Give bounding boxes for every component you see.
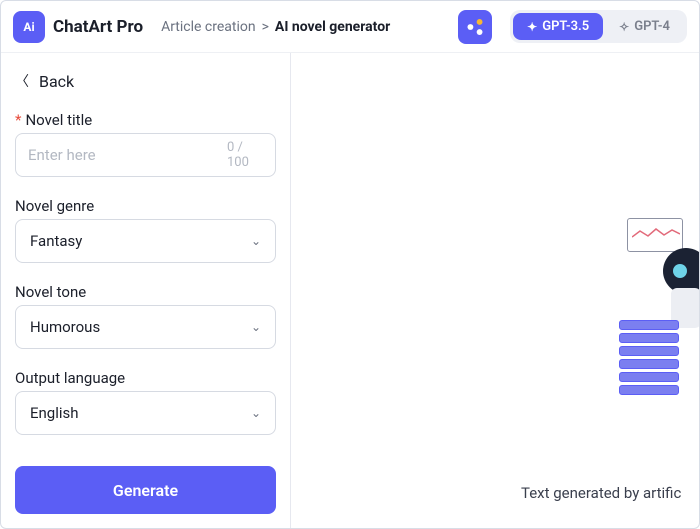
model-label: GPT-4 [634, 19, 670, 34]
genre-label: Novel genre [15, 197, 276, 215]
chevron-down-icon: ⌄ [251, 406, 261, 420]
genre-value: Fantasy [30, 232, 82, 250]
title-input-wrap[interactable]: 0 / 100 [15, 133, 276, 177]
tone-label: Novel tone [15, 283, 276, 301]
required-mark: * [15, 111, 21, 129]
tone-value: Humorous [30, 318, 100, 336]
back-button[interactable]: 〈 Back [15, 71, 276, 91]
generate-button[interactable]: Generate [15, 466, 276, 514]
breadcrumb-sep: > [262, 19, 269, 35]
breadcrumb: Article creation > AI novel generator [161, 19, 390, 35]
main-panel: Text generated by artific [291, 53, 699, 528]
language-label: Output language [15, 369, 276, 387]
genre-select[interactable]: Fantasy ⌄ [15, 219, 276, 263]
language-select[interactable]: English ⌄ [15, 391, 276, 435]
logo-text: ChatArt Pro [53, 17, 143, 37]
chevron-down-icon: ⌄ [251, 234, 261, 248]
sparkle-icon: ✦ [527, 20, 537, 34]
tone-select[interactable]: Humorous ⌄ [15, 305, 276, 349]
logo[interactable]: Ai ChatArt Pro [13, 11, 143, 43]
model-gpt4-button[interactable]: ✧ GPT-4 [605, 13, 684, 40]
logo-icon: Ai [13, 11, 45, 43]
breadcrumb-current: AI novel generator [275, 19, 390, 35]
robot-illustration [619, 218, 699, 408]
language-value: English [30, 404, 79, 422]
wand-icon: ✧ [619, 20, 629, 34]
header: Ai ChatArt Pro Article creation > AI nov… [1, 1, 699, 53]
breadcrumb-parent[interactable]: Article creation [161, 19, 256, 35]
title-char-count: 0 / 100 [227, 140, 263, 170]
share-icon[interactable] [458, 10, 492, 44]
model-toggle: ✦ GPT-3.5 ✧ GPT-4 [510, 10, 687, 43]
chevron-left-icon: 〈 [15, 71, 29, 91]
back-label: Back [39, 72, 74, 91]
sidebar: 〈 Back *Novel title 0 / 100 Novel genre … [1, 53, 291, 528]
title-label: *Novel title [15, 111, 276, 129]
title-input[interactable] [28, 146, 227, 164]
chevron-down-icon: ⌄ [251, 320, 261, 334]
model-gpt35-button[interactable]: ✦ GPT-3.5 [513, 13, 603, 40]
model-label: GPT-3.5 [542, 19, 589, 34]
output-caption: Text generated by artific [521, 484, 681, 502]
